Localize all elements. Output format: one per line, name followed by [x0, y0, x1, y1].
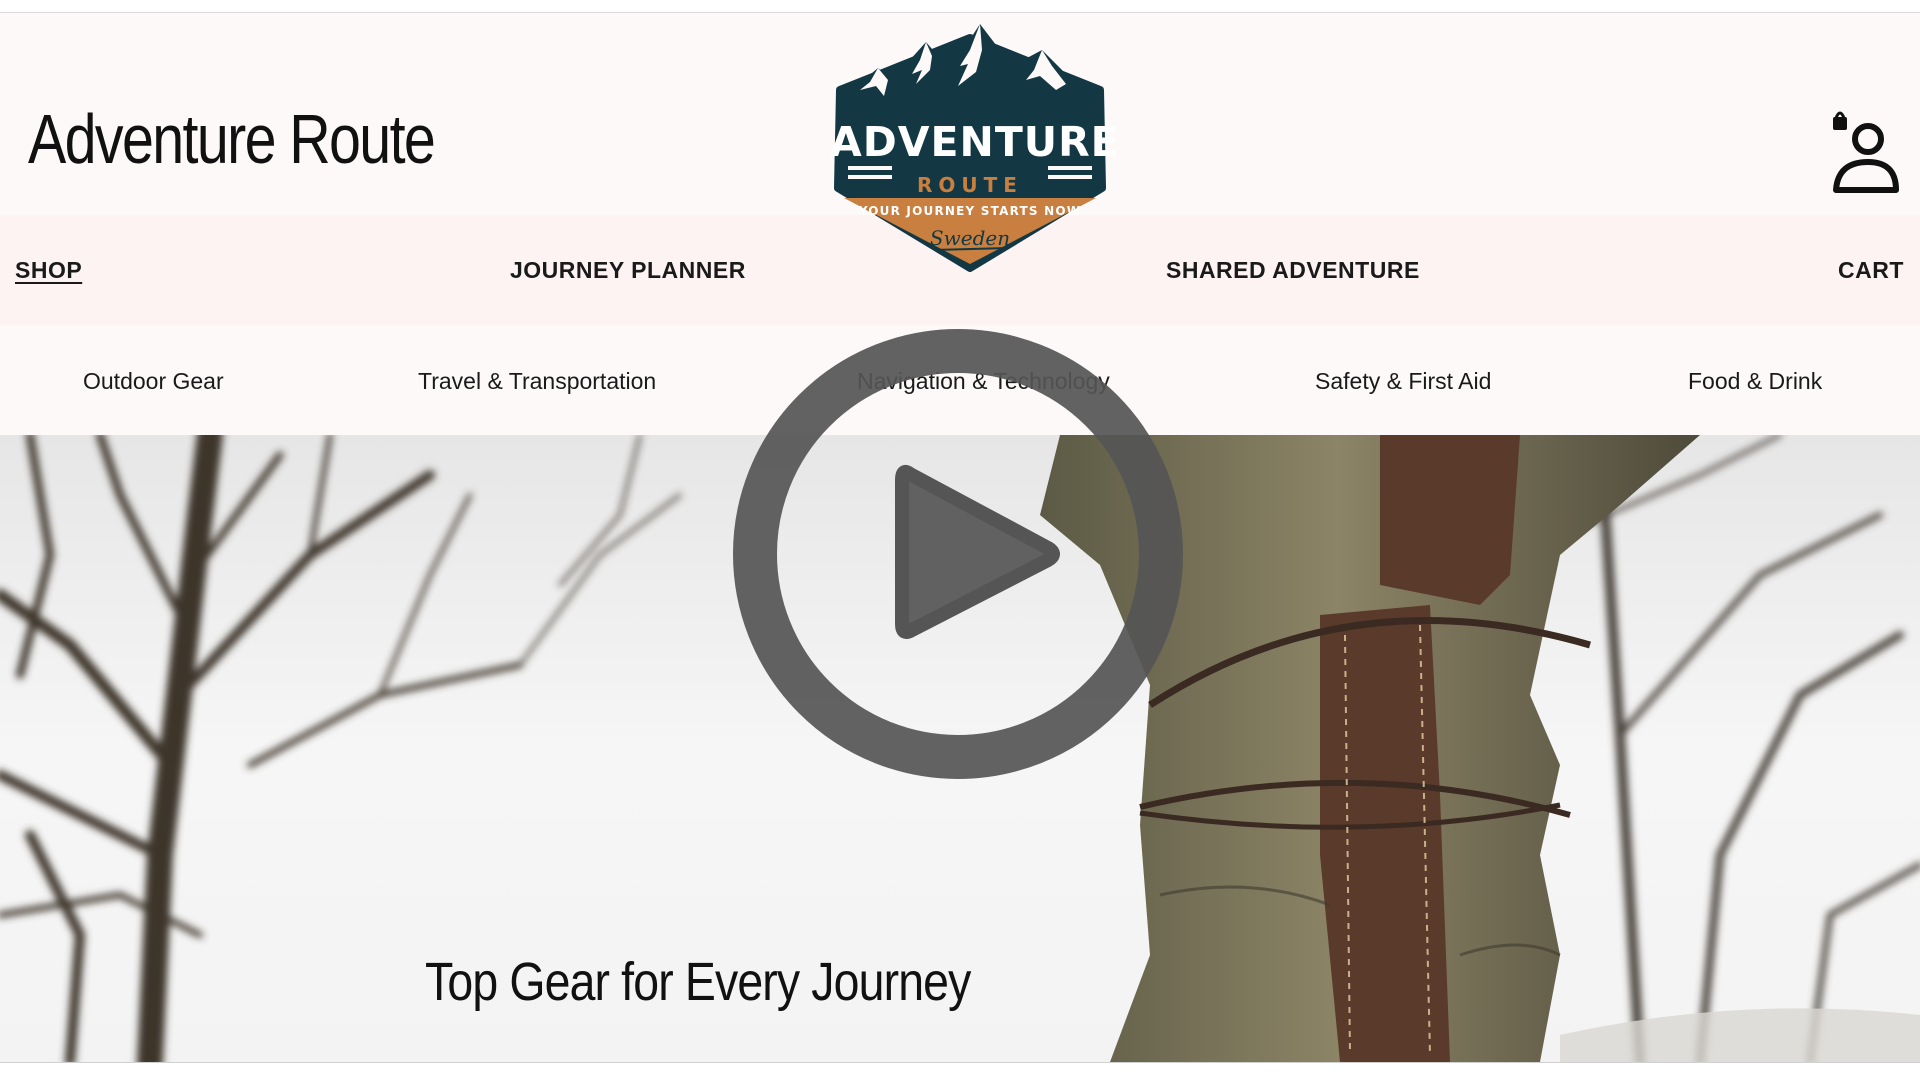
- site-logo[interactable]: ADVENTURE ROUTE YOUR JOURNEY STARTS NOW …: [830, 20, 1120, 272]
- logo-tagline: YOUR JOURNEY STARTS NOW: [858, 204, 1082, 218]
- video-play-button[interactable]: [728, 324, 1188, 784]
- category-food-drink[interactable]: Food & Drink: [1688, 325, 1822, 435]
- category-safety-first-aid[interactable]: Safety & First Aid: [1315, 325, 1491, 435]
- page: Adventure Route SHOP JOURNEY PLANNER SHA…: [0, 0, 1920, 1080]
- category-outdoor-gear[interactable]: Outdoor Gear: [83, 325, 224, 435]
- logo-subtitle: ROUTE: [917, 173, 1023, 197]
- brand-title[interactable]: Adventure Route: [28, 99, 436, 179]
- nav-cart[interactable]: CART: [1838, 215, 1904, 325]
- hero-caption: Top Gear for Every Journey: [425, 952, 971, 1012]
- logo-title: ADVENTURE: [830, 118, 1120, 166]
- account-button[interactable]: [1830, 104, 1900, 196]
- nav-shared-adventure[interactable]: SHARED ADVENTURE: [1166, 215, 1420, 325]
- play-icon: [733, 329, 1183, 779]
- account-bag-icon: [1833, 111, 1899, 193]
- category-travel-transportation[interactable]: Travel & Transportation: [418, 325, 656, 435]
- logo-country: Sweden: [929, 226, 1011, 250]
- nav-journey-planner[interactable]: JOURNEY PLANNER: [510, 215, 746, 325]
- nav-shop[interactable]: SHOP: [15, 215, 82, 325]
- bottom-divider: [0, 1062, 1920, 1063]
